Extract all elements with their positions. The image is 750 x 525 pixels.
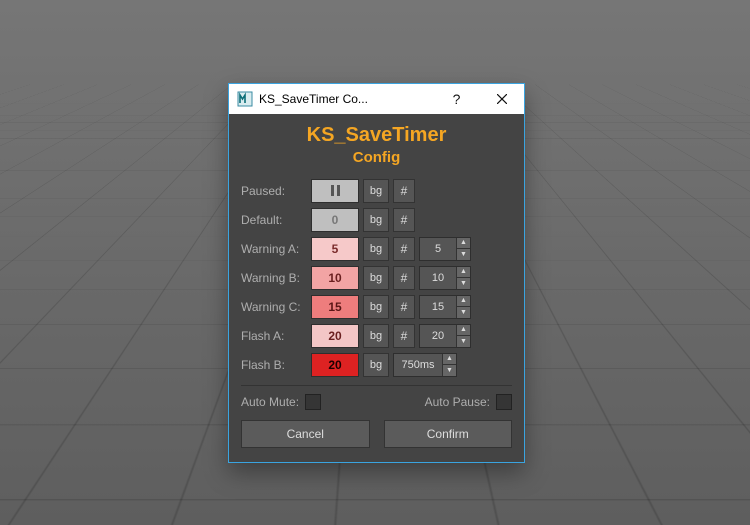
hash-button-warning-c[interactable]: # — [393, 295, 415, 319]
close-button[interactable] — [479, 84, 524, 114]
hash-button-default[interactable]: # — [393, 208, 415, 232]
dialog-body: KS_SaveTimer Config Paused: bg # Default… — [229, 114, 524, 462]
swatch-default[interactable]: 0 — [311, 208, 359, 232]
spinner-down-icon[interactable]: ▼ — [456, 249, 470, 260]
spinner-flash-b[interactable]: 750ms▲▼ — [393, 353, 457, 377]
bg-button-warning-b[interactable]: bg — [363, 266, 389, 290]
swatch-paused[interactable] — [311, 179, 359, 203]
row-default: Default: 0 bg # — [241, 207, 512, 232]
spinner-warning-b[interactable]: 10▲▼ — [419, 266, 471, 290]
help-button[interactable]: ? — [434, 84, 479, 114]
spinner-flash-a[interactable]: 20▲▼ — [419, 324, 471, 348]
bg-button-warning-a[interactable]: bg — [363, 237, 389, 261]
confirm-button[interactable]: Confirm — [384, 420, 513, 448]
window-title: KS_SaveTimer Co... — [259, 92, 434, 106]
spinner-down-icon[interactable]: ▼ — [456, 307, 470, 318]
label-warning-c: Warning C: — [241, 300, 311, 314]
swatch-warning-c[interactable]: 15 — [311, 295, 359, 319]
hash-button-warning-b[interactable]: # — [393, 266, 415, 290]
spinner-down-icon[interactable]: ▼ — [442, 365, 456, 376]
app-icon — [237, 91, 253, 107]
bg-button-flash-a[interactable]: bg — [363, 324, 389, 348]
row-flash-a: Flash A: 20 bg # 20▲▼ — [241, 323, 512, 348]
cancel-button[interactable]: Cancel — [241, 420, 370, 448]
label-warning-a: Warning A: — [241, 242, 311, 256]
label-auto-mute: Auto Mute: — [241, 395, 299, 409]
row-warning-a: Warning A: 5 bg # 5▲▼ — [241, 236, 512, 261]
dialog-buttons: Cancel Confirm — [241, 420, 512, 448]
bg-button-flash-b[interactable]: bg — [363, 353, 389, 377]
bg-button-warning-c[interactable]: bg — [363, 295, 389, 319]
row-paused: Paused: bg # — [241, 178, 512, 203]
swatch-warning-a[interactable]: 5 — [311, 237, 359, 261]
hash-button-paused[interactable]: # — [393, 179, 415, 203]
checkbox-row: Auto Mute: Auto Pause: — [241, 394, 512, 410]
hash-button-flash-a[interactable]: # — [393, 324, 415, 348]
spinner-up-icon[interactable]: ▲ — [456, 267, 470, 279]
spinner-up-icon[interactable]: ▲ — [456, 296, 470, 308]
hash-button-warning-a[interactable]: # — [393, 237, 415, 261]
label-flash-a: Flash A: — [241, 329, 311, 343]
spinner-warning-c[interactable]: 15▲▼ — [419, 295, 471, 319]
row-flash-b: Flash B: 20 bg 750ms▲▼ — [241, 352, 512, 377]
row-warning-c: Warning C: 15 bg # 15▲▼ — [241, 294, 512, 319]
pause-icon — [331, 185, 340, 196]
row-warning-b: Warning B: 10 bg # 10▲▼ — [241, 265, 512, 290]
label-flash-b: Flash B: — [241, 358, 311, 372]
checkbox-auto-pause[interactable] — [496, 394, 512, 410]
spinner-up-icon[interactable]: ▲ — [456, 238, 470, 250]
label-default: Default: — [241, 213, 311, 227]
label-auto-pause: Auto Pause: — [425, 395, 490, 409]
config-dialog: KS_SaveTimer Co... ? KS_SaveTimer Config… — [228, 83, 525, 463]
bg-button-paused[interactable]: bg — [363, 179, 389, 203]
header-line1: KS_SaveTimer — [241, 124, 512, 147]
label-warning-b: Warning B: — [241, 271, 311, 285]
dialog-header: KS_SaveTimer Config — [241, 124, 512, 166]
spinner-up-icon[interactable]: ▲ — [456, 325, 470, 337]
titlebar[interactable]: KS_SaveTimer Co... ? — [229, 84, 524, 114]
label-paused: Paused: — [241, 184, 311, 198]
swatch-flash-b[interactable]: 20 — [311, 353, 359, 377]
spinner-warning-a[interactable]: 5▲▼ — [419, 237, 471, 261]
swatch-flash-a[interactable]: 20 — [311, 324, 359, 348]
header-line2: Config — [241, 149, 512, 166]
spinner-up-icon[interactable]: ▲ — [442, 354, 456, 366]
separator — [241, 385, 512, 386]
swatch-warning-b[interactable]: 10 — [311, 266, 359, 290]
spinner-down-icon[interactable]: ▼ — [456, 336, 470, 347]
spinner-down-icon[interactable]: ▼ — [456, 278, 470, 289]
close-icon — [497, 94, 507, 104]
checkbox-auto-mute[interactable] — [305, 394, 321, 410]
bg-button-default[interactable]: bg — [363, 208, 389, 232]
